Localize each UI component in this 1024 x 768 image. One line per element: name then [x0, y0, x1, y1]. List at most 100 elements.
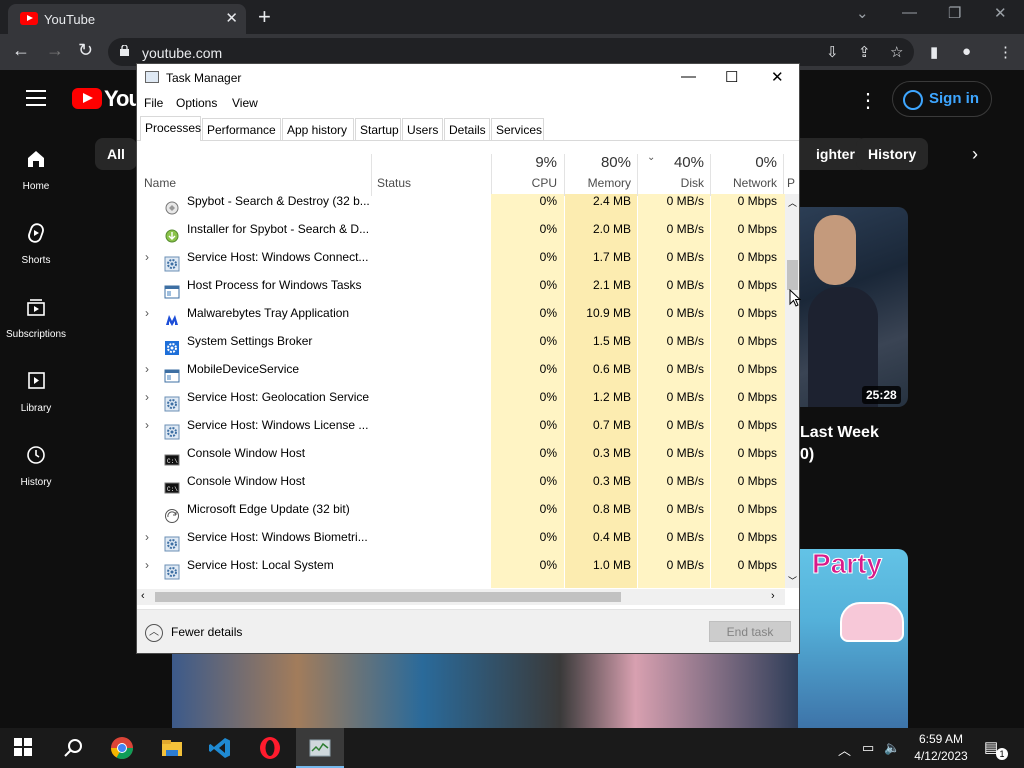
- table-row[interactable]: Installer for Spybot - Search & D... 0% 2.…: [137, 215, 785, 243]
- end-task-button[interactable]: End task: [709, 621, 791, 642]
- vertical-scroll-thumb[interactable]: [787, 260, 798, 290]
- chip-history[interactable]: History: [856, 138, 929, 170]
- new-tab-icon[interactable]: +: [258, 4, 271, 30]
- bookmark-star-icon[interactable]: ☆: [890, 43, 903, 61]
- table-row[interactable]: Spybot - Search & Destroy (32 b... 0% 2.4 …: [137, 194, 785, 215]
- sidebar-item-subscriptions[interactable]: Subscriptions: [0, 296, 72, 342]
- fewer-details-link[interactable]: Fewer details: [171, 625, 242, 639]
- column-disk[interactable]: Disk: [647, 176, 704, 190]
- table-row[interactable]: › Service Host: Windows License ... 0% 0.7 …: [137, 411, 785, 440]
- video-thumbnail[interactable]: [798, 207, 908, 407]
- profile-icon[interactable]: ●: [962, 43, 971, 60]
- tab-app-history[interactable]: App history: [282, 118, 354, 140]
- scroll-down-icon[interactable]: ﹀: [788, 574, 797, 587]
- sign-in-button[interactable]: Sign in: [892, 81, 992, 117]
- table-row[interactable]: › Service Host: Local System 0% 1.0 MB 0 MB/…: [137, 551, 785, 580]
- table-row[interactable]: C:\ Console Window Host 0% 0.3 MB 0 MB/s 0 Mb…: [137, 467, 785, 495]
- expand-chevron-icon[interactable]: ›: [145, 390, 149, 404]
- minimize-icon[interactable]: —: [681, 68, 696, 85]
- chrome-icon[interactable]: [110, 736, 134, 760]
- restore-icon[interactable]: ❐: [948, 4, 961, 22]
- youtube-logo-icon[interactable]: [72, 88, 102, 109]
- tab-close-icon[interactable]: ✕: [225, 9, 238, 27]
- expand-chevron-icon[interactable]: ›: [145, 530, 149, 544]
- tab-performance[interactable]: Performance: [202, 118, 281, 140]
- address-bar[interactable]: youtube.com: [108, 38, 914, 66]
- video-thumbnail-row[interactable]: [172, 654, 798, 728]
- share-icon[interactable]: ⇪: [858, 43, 871, 61]
- chip-all[interactable]: All: [95, 138, 137, 170]
- back-icon[interactable]: ←: [12, 40, 30, 61]
- menu-options[interactable]: Options: [176, 96, 217, 110]
- menu-view[interactable]: View: [232, 96, 258, 110]
- memory-percent[interactable]: 80%: [567, 154, 631, 171]
- volume-icon[interactable]: 🔈: [884, 740, 900, 756]
- menu-hamburger-icon[interactable]: [26, 90, 46, 106]
- column-status[interactable]: Status: [377, 176, 411, 190]
- reload-icon[interactable]: ↻: [78, 40, 93, 61]
- table-row[interactable]: C:\ Console Window Host 0% 0.3 MB 0 MB/s 0 Mb…: [137, 439, 785, 467]
- table-row[interactable]: › Service Host: Geolocation Service 0% 1.2 …: [137, 383, 785, 412]
- settings-more-icon[interactable]: ⋮: [858, 88, 878, 113]
- tab-processes[interactable]: Processes: [140, 116, 201, 141]
- task-manager-taskbar-button[interactable]: [296, 728, 344, 768]
- menu-file[interactable]: File: [144, 96, 163, 110]
- table-row[interactable]: Host Process for Windows Tasks 0% 2.1 MB 0 …: [137, 271, 785, 299]
- vscode-icon[interactable]: [208, 736, 232, 760]
- forward-icon[interactable]: →: [46, 40, 64, 61]
- chips-next-chevron-icon[interactable]: ›: [972, 144, 978, 165]
- windows-start-icon[interactable]: [14, 738, 32, 756]
- cpu-percent[interactable]: 9%: [497, 154, 557, 171]
- table-row[interactable]: › Service Host: Windows Biometri... 0% 0.4 …: [137, 523, 785, 552]
- scroll-right-icon[interactable]: ›: [771, 590, 775, 602]
- expand-chevron-icon[interactable]: ›: [145, 306, 149, 320]
- browser-tab-youtube[interactable]: YouTube ✕: [8, 4, 246, 34]
- sidebar-item-history[interactable]: History: [0, 444, 72, 490]
- tab-services[interactable]: Services: [491, 118, 544, 140]
- sidebar-item-home[interactable]: Home: [0, 148, 72, 194]
- column-memory[interactable]: Memory: [567, 176, 631, 190]
- horizontal-scroll-thumb[interactable]: [155, 592, 621, 602]
- scroll-left-icon[interactable]: ‹: [141, 590, 145, 602]
- column-name[interactable]: Name: [144, 176, 176, 190]
- table-row[interactable]: System Settings Broker 0% 1.5 MB 0 MB/s 0 Mb…: [137, 327, 785, 355]
- side-panel-icon[interactable]: ▮: [930, 43, 938, 61]
- scroll-up-icon[interactable]: ︿: [788, 196, 797, 209]
- table-row[interactable]: › Malwarebytes Tray Application 0% 10.9 MB 0…: [137, 299, 785, 327]
- close-window-icon[interactable]: ✕: [994, 4, 1007, 22]
- chevron-up-icon[interactable]: ︿: [145, 624, 163, 642]
- file-explorer-icon[interactable]: [160, 736, 184, 760]
- vertical-scrollbar[interactable]: ︿ ﹀: [785, 194, 799, 588]
- column-cpu[interactable]: CPU: [497, 176, 557, 190]
- expand-chevron-icon[interactable]: ›: [145, 250, 149, 264]
- expand-chevron-icon[interactable]: ›: [145, 362, 149, 376]
- tab-users[interactable]: Users: [402, 118, 443, 140]
- video-title[interactable]: Last Week 0): [800, 422, 879, 466]
- expand-chevron-icon[interactable]: ›: [145, 418, 149, 432]
- table-row[interactable]: Microsoft Edge Update (32 bit) 0% 0.8 MB 0 …: [137, 495, 785, 523]
- task-manager-window: Task Manager — ☐ ✕ File Options View Pro…: [136, 63, 800, 654]
- network-percent[interactable]: 0%: [717, 154, 777, 171]
- install-app-icon[interactable]: ⇩: [826, 43, 839, 61]
- network-icon[interactable]: ▭: [862, 740, 874, 756]
- column-network[interactable]: Network: [717, 176, 777, 190]
- tab-startup[interactable]: Startup: [355, 118, 401, 140]
- disk-percent[interactable]: 40%: [647, 154, 704, 171]
- opera-icon[interactable]: [258, 736, 282, 760]
- minimize-icon[interactable]: —: [902, 4, 917, 21]
- show-hidden-icons-chevron-icon[interactable]: ︿: [838, 740, 851, 759]
- maximize-icon[interactable]: ☐: [725, 68, 738, 86]
- sidebar-item-shorts[interactable]: Shorts: [0, 222, 72, 268]
- expand-chevron-icon[interactable]: ›: [145, 558, 149, 572]
- tab-details[interactable]: Details: [444, 118, 490, 140]
- column-power[interactable]: P: [787, 176, 797, 190]
- system-clock[interactable]: 6:59 AM 4/12/2023: [908, 731, 974, 765]
- sidebar-item-library[interactable]: Library: [0, 370, 72, 416]
- table-row[interactable]: › Service Host: Windows Connect... 0% 1.7 M…: [137, 243, 785, 272]
- close-icon[interactable]: ✕: [771, 68, 784, 86]
- title-bar[interactable]: Task Manager — ☐ ✕: [137, 64, 799, 92]
- table-row[interactable]: › MobileDeviceService 0% 0.6 MB 0 MB/s 0 Mbps: [137, 355, 785, 383]
- search-icon[interactable]: [62, 736, 86, 760]
- browser-menu-icon[interactable]: ⋮: [998, 43, 1013, 61]
- tab-search-chevron-icon[interactable]: ⌄: [856, 4, 869, 22]
